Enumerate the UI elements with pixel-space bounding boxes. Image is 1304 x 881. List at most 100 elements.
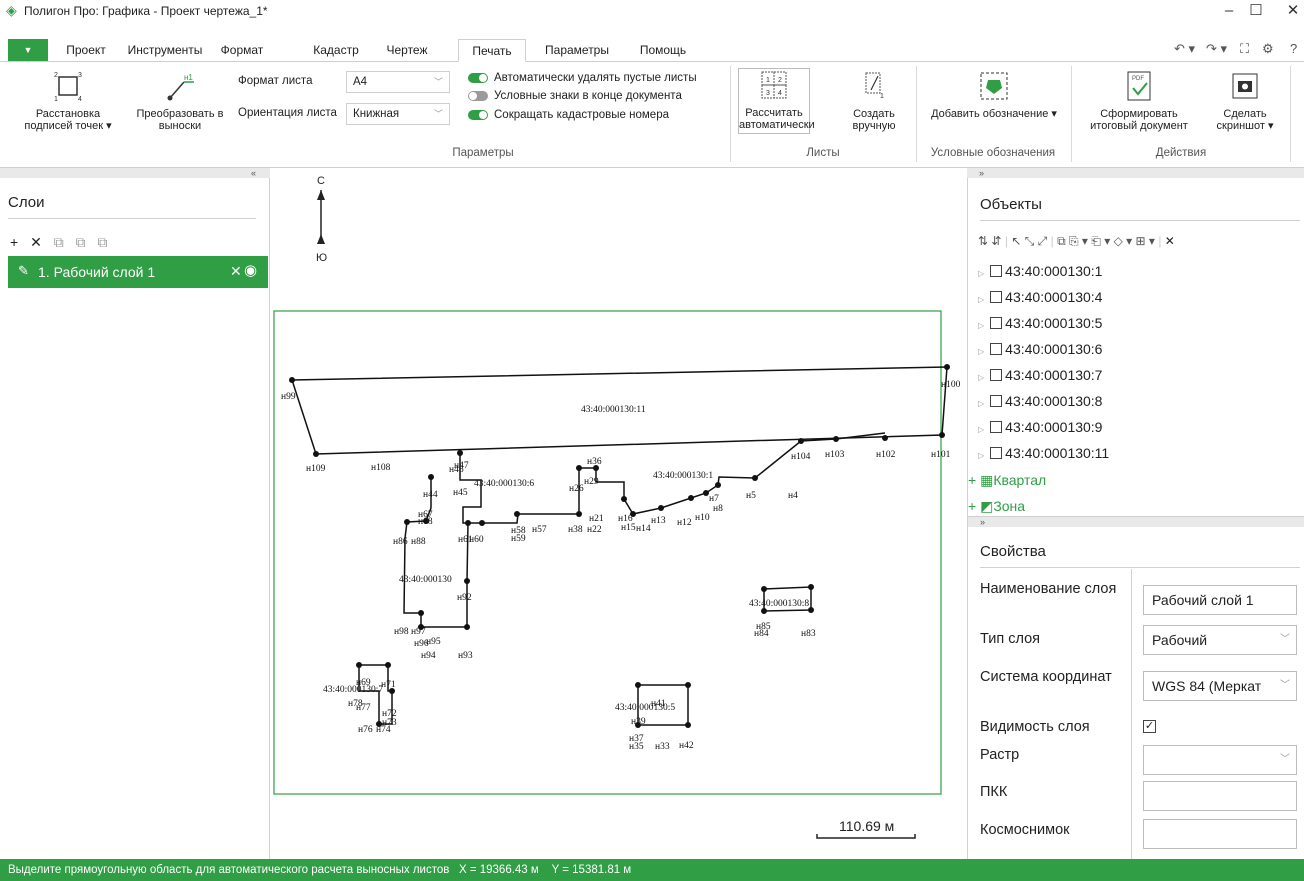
- maximize-icon[interactable]: ☐: [1243, 0, 1269, 22]
- svg-text:н1: н1: [184, 73, 193, 82]
- layer-name-field[interactable]: Рабочий слой 1: [1143, 585, 1297, 615]
- calc-auto-button[interactable]: 1 2 3 4 Рассчитать автоматически: [738, 68, 815, 134]
- map-label: 43:40:000130:5: [615, 703, 675, 713]
- expand-triangle-icon: ▷: [978, 425, 985, 434]
- duplicate-layer-icon[interactable]: ⧉: [97, 234, 107, 250]
- select-contour-icon[interactable]: ⤡: [1025, 234, 1035, 248]
- remove-layer-icon[interactable]: ✕: [230, 263, 242, 280]
- sort-asc-icon[interactable]: ⇅: [978, 234, 988, 248]
- tab-help[interactable]: Помощь: [628, 39, 698, 62]
- zone-icon: ◩: [980, 498, 994, 514]
- eye-icon[interactable]: ◉: [244, 261, 257, 279]
- copy-object-icon[interactable]: ⧉: [1057, 234, 1066, 248]
- geometry-icon[interactable]: ◇ ▾: [1114, 234, 1133, 248]
- object-item[interactable]: ▷ 43:40:000130:8: [978, 392, 1102, 410]
- delete-layer-icon[interactable]: ✕: [30, 234, 42, 250]
- cadastral-map[interactable]: С Ю н99 н100 43:40:000130:11 н109 н108 н…: [271, 168, 966, 859]
- minimize-icon[interactable]: –: [1216, 0, 1242, 22]
- layers-collapse-strip[interactable]: «: [0, 168, 270, 178]
- select-all-icon[interactable]: ⤢: [1038, 234, 1048, 248]
- redo-icon[interactable]: ↷ ▾: [1206, 41, 1227, 57]
- tab-drawing[interactable]: Чертеж: [374, 39, 440, 62]
- drawing-canvas[interactable]: С Ю н99 н100 43:40:000130:11 н109 н108 н…: [271, 168, 966, 859]
- expand-triangle-icon: ▷: [978, 451, 985, 460]
- checkbox[interactable]: [990, 343, 1003, 355]
- svg-text:1: 1: [54, 96, 58, 102]
- checkbox[interactable]: [990, 421, 1003, 433]
- checkbox[interactable]: [990, 265, 1003, 277]
- layer-type-select[interactable]: Рабочий ﹀: [1143, 625, 1297, 655]
- tab-cadastre[interactable]: Кадастр: [306, 39, 366, 62]
- screenshot-button[interactable]: Сделать скриншот ▾: [1206, 70, 1284, 132]
- objects-panel: Объекты ⇅ ⇵ | ↖ ⤡ ⤢ | ⧉ ⎘ ▾ ⎗ ▾ ◇ ▾ ⊞ ▾ …: [967, 178, 1304, 860]
- toggle-switch-on[interactable]: [468, 110, 488, 120]
- object-item[interactable]: ▷ 43:40:000130:6: [978, 340, 1102, 358]
- object-item[interactable]: ▷ 43:40:000130:4: [978, 288, 1102, 306]
- checkbox[interactable]: [990, 317, 1003, 329]
- objects-expand-strip[interactable]: »: [967, 168, 1304, 178]
- map-label: н12: [677, 518, 692, 528]
- properties-expand-strip[interactable]: »: [968, 517, 1304, 527]
- help-icon[interactable]: ?: [1290, 41, 1297, 56]
- crs-select[interactable]: WGS 84 (Меркат ﹀: [1143, 671, 1297, 701]
- sheet-format-select[interactable]: A4 ﹀: [346, 71, 450, 93]
- sort-desc-icon[interactable]: ⇵: [991, 234, 1001, 248]
- add-legend-button[interactable]: Добавить обозначение ▾: [924, 70, 1064, 120]
- import-icon[interactable]: ⎗ ▾: [1091, 234, 1110, 248]
- object-item[interactable]: ▷ 43:40:000130:9: [978, 418, 1102, 436]
- chevron-down-icon: ﹀: [433, 109, 443, 119]
- checkbox[interactable]: [990, 369, 1003, 381]
- collapse-icon[interactable]: «: [251, 168, 256, 178]
- expand-triangle-icon: ▷: [978, 373, 985, 382]
- quarter-icon: ▦: [980, 472, 994, 488]
- toggle-switch-off[interactable]: [468, 91, 488, 101]
- select-icon[interactable]: ↖: [1011, 234, 1021, 248]
- satellite-field[interactable]: [1143, 819, 1297, 849]
- raster-select[interactable]: ﹀: [1143, 745, 1297, 775]
- pkk-field[interactable]: [1143, 781, 1297, 811]
- tab-parameters[interactable]: Параметры: [536, 39, 618, 62]
- tab-project[interactable]: Проект: [56, 39, 116, 62]
- map-label: н33: [655, 742, 670, 752]
- tab-format[interactable]: Формат: [214, 39, 270, 62]
- checkbox[interactable]: [990, 447, 1003, 459]
- tab-print[interactable]: Печать: [458, 39, 526, 62]
- create-manual-button[interactable]: 1 Создать вручную: [842, 70, 906, 132]
- layer-item-working-1[interactable]: ✎ 1. Рабочий слой 1 ✕ ◉: [8, 256, 268, 288]
- map-label: н8: [713, 504, 723, 514]
- point-labels-button[interactable]: 2 3 1 4 Расстановка подписей точек ▾: [18, 70, 118, 132]
- map-label: н10: [695, 513, 710, 523]
- delete-object-icon[interactable]: ✕: [1165, 234, 1175, 248]
- object-item[interactable]: ▷ 43:40:000130:1: [978, 262, 1102, 280]
- undo-icon[interactable]: ↶ ▾: [1174, 41, 1195, 57]
- chevron-down-icon: ﹀: [433, 77, 443, 87]
- filter-icon[interactable]: ⊞ ▾: [1136, 234, 1155, 248]
- orientation-value: Книжная: [353, 108, 400, 120]
- app-menu-button[interactable]: ▼: [8, 39, 48, 61]
- add-layer-icon[interactable]: +: [10, 234, 18, 250]
- orientation-select[interactable]: Книжная ﹀: [346, 103, 450, 125]
- settings-gear-icon[interactable]: ⚙: [1262, 41, 1274, 57]
- fullscreen-icon[interactable]: ⛶: [1240, 41, 1249, 57]
- copy-layer-icon[interactable]: ⧉: [54, 234, 64, 250]
- final-document-button[interactable]: PDF Сформировать итоговый документ: [1080, 70, 1198, 132]
- map-label: н71: [381, 680, 396, 690]
- visibility-checkbox[interactable]: ✓: [1143, 720, 1156, 733]
- export-icon[interactable]: ⎘ ▾: [1069, 234, 1088, 248]
- print-sheet-frame[interactable]: [273, 310, 942, 795]
- object-item[interactable]: ▷ 43:40:000130:7: [978, 366, 1102, 384]
- group-quarter[interactable]: + ▦Квартал: [968, 472, 1046, 489]
- checkbox[interactable]: [990, 395, 1003, 407]
- svg-text:2: 2: [778, 77, 782, 84]
- object-item[interactable]: ▷ 43:40:000130:11: [978, 444, 1109, 462]
- group-zone[interactable]: + ◩Зона: [968, 498, 1025, 515]
- south-label: Ю: [316, 252, 327, 264]
- tab-tools[interactable]: Инструменты: [124, 39, 206, 62]
- toggle-switch-on[interactable]: [468, 73, 488, 83]
- to-callouts-button[interactable]: н1 Преобразовать в выноски: [132, 70, 228, 132]
- checkbox[interactable]: [990, 291, 1003, 303]
- merge-layer-icon[interactable]: ⧉: [76, 234, 86, 250]
- close-icon[interactable]: ✕: [1280, 0, 1304, 22]
- expand-icon[interactable]: »: [979, 168, 984, 178]
- object-item[interactable]: ▷ 43:40:000130:5: [978, 314, 1102, 332]
